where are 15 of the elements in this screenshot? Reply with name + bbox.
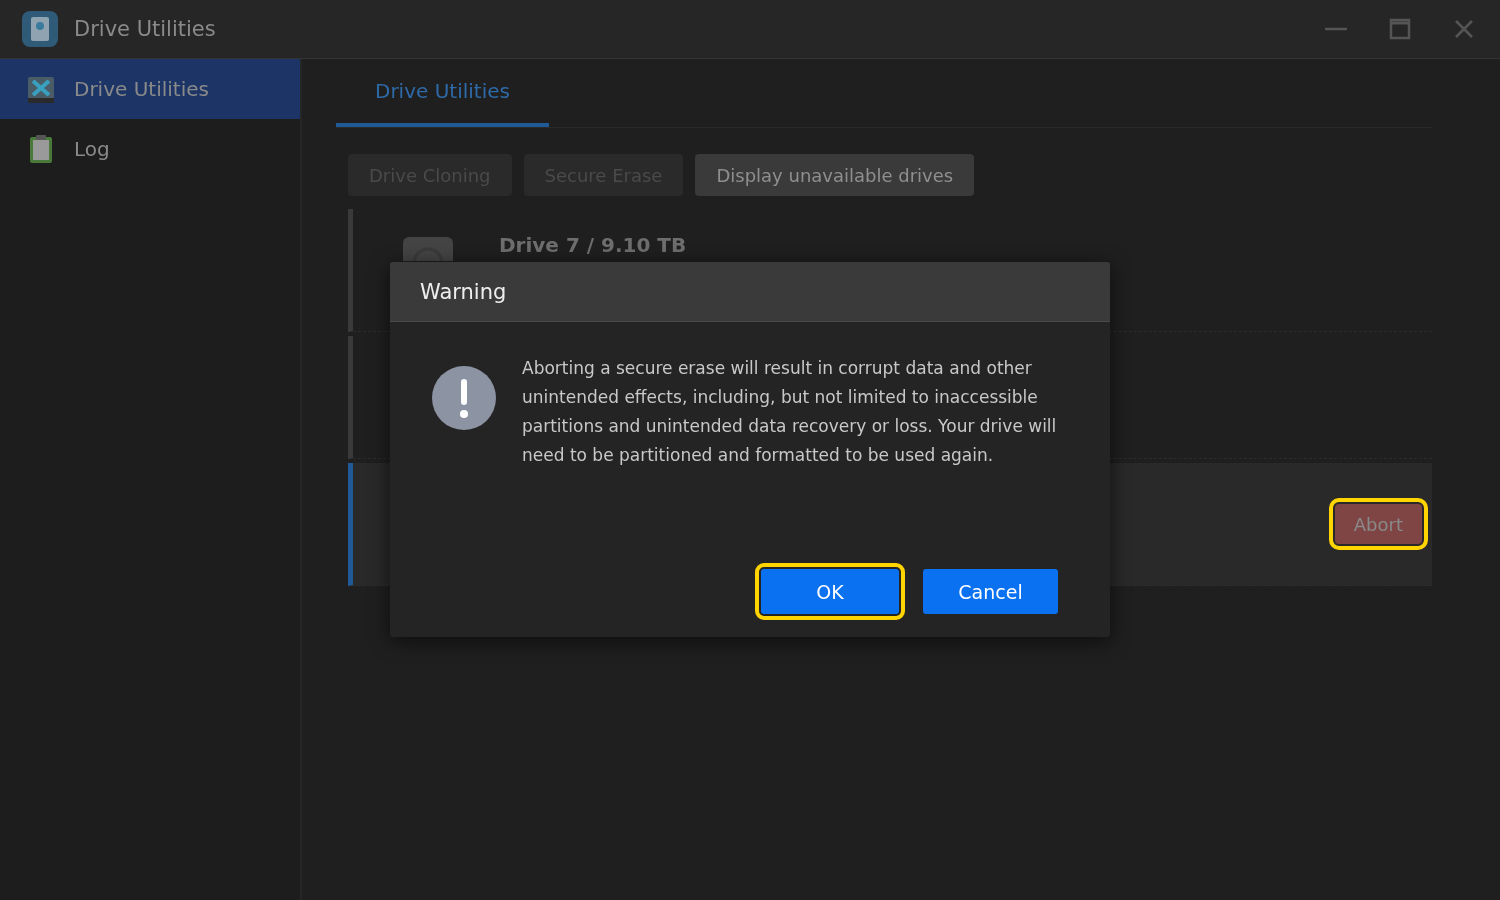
app-drive-icon [22,11,58,47]
close-icon [1453,18,1475,40]
sidebar-item[interactable]: Drive Utilities [0,59,300,119]
tab[interactable]: Drive Utilities [336,59,549,127]
maximize-icon [1389,18,1411,40]
toolbar-button[interactable]: Display unavailable drives [695,154,975,196]
dialog-title: Warning [420,279,507,304]
drive-title: Drive 7 / 9.10 TB [499,233,688,257]
sidebar-item[interactable]: Log [0,119,300,179]
minimize-icon [1324,27,1348,31]
drive-tools-icon [26,74,56,104]
exclamation-icon [432,366,496,430]
warning-message: Aborting a secure erase will result in corrupt data and other unintended effects, including, but not limited to inaccessible partitions and unintended data recovery or loss. Your drive will need to be partitioned and formatted to be used again. [522,357,1058,467]
dialog-button[interactable]: Cancel [923,569,1058,614]
window-title: Drive Utilities [74,17,217,41]
